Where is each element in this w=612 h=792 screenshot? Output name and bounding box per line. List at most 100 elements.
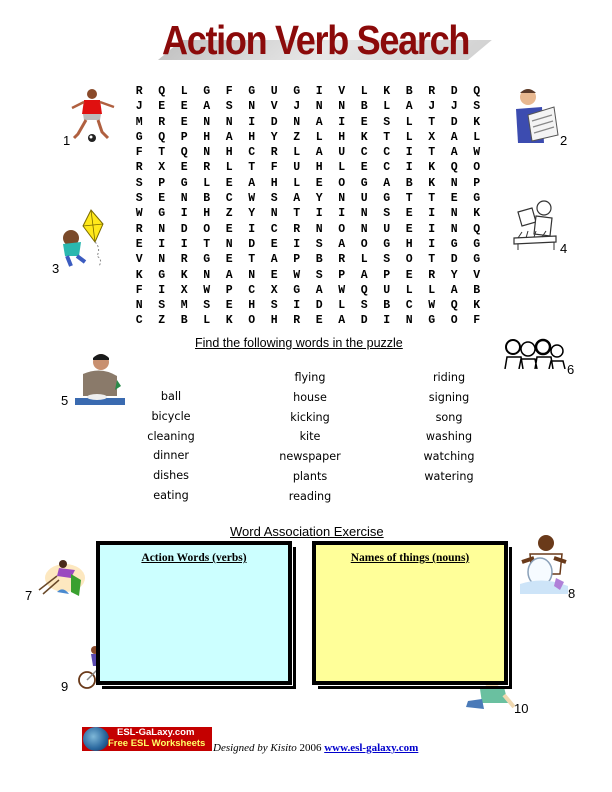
grid-letter[interactable]: N xyxy=(241,99,264,114)
grid-letter[interactable]: G xyxy=(466,237,489,252)
grid-letter[interactable]: S xyxy=(466,99,489,114)
grid-letter[interactable]: W xyxy=(286,268,309,283)
grid-letter[interactable]: K xyxy=(173,268,196,283)
grid-letter[interactable]: T xyxy=(421,145,444,160)
grid-letter[interactable]: G xyxy=(421,313,444,328)
grid-letter[interactable]: G xyxy=(196,252,219,267)
grid-letter[interactable]: G xyxy=(151,206,174,221)
grid-letter[interactable]: E xyxy=(398,206,421,221)
grid-letter[interactable]: B xyxy=(308,252,331,267)
grid-letter[interactable]: A xyxy=(443,283,466,298)
grid-letter[interactable]: H xyxy=(218,145,241,160)
grid-letter[interactable]: X xyxy=(421,130,444,145)
grid-letter[interactable]: E xyxy=(443,191,466,206)
grid-letter[interactable]: N xyxy=(241,268,264,283)
grid-letter[interactable]: Q xyxy=(443,298,466,313)
grid-letter[interactable]: A xyxy=(218,130,241,145)
grid-letter[interactable]: V xyxy=(263,99,286,114)
grid-letter[interactable]: I xyxy=(241,222,264,237)
grid-letter[interactable]: E xyxy=(353,160,376,175)
grid-letter[interactable]: G xyxy=(128,130,151,145)
grid-letter[interactable]: K xyxy=(128,268,151,283)
grid-letter[interactable]: I xyxy=(421,222,444,237)
grid-letter[interactable]: I xyxy=(308,206,331,221)
grid-letter[interactable]: R xyxy=(286,222,309,237)
grid-letter[interactable]: K xyxy=(353,130,376,145)
grid-letter[interactable]: S xyxy=(263,191,286,206)
grid-letter[interactable]: O xyxy=(196,222,219,237)
grid-letter[interactable]: N xyxy=(173,191,196,206)
grid-letter[interactable]: S xyxy=(376,206,399,221)
grid-letter[interactable]: D xyxy=(443,252,466,267)
grid-letter[interactable]: K xyxy=(466,206,489,221)
grid-letter[interactable]: G xyxy=(173,176,196,191)
grid-letter[interactable]: X xyxy=(151,160,174,175)
grid-letter[interactable]: F xyxy=(263,160,286,175)
grid-letter[interactable]: O xyxy=(331,176,354,191)
grid-letter[interactable]: D xyxy=(308,298,331,313)
grid-letter[interactable]: J xyxy=(443,99,466,114)
grid-letter[interactable]: G xyxy=(241,84,264,99)
grid-letter[interactable]: R xyxy=(331,252,354,267)
grid-letter[interactable]: I xyxy=(173,237,196,252)
grid-letter[interactable]: Z xyxy=(218,206,241,221)
grid-letter[interactable]: O xyxy=(353,237,376,252)
grid-letter[interactable]: R xyxy=(128,84,151,99)
grid-letter[interactable]: A xyxy=(331,237,354,252)
grid-letter[interactable]: H xyxy=(241,298,264,313)
grid-letter[interactable]: E xyxy=(218,222,241,237)
grid-letter[interactable]: A xyxy=(353,268,376,283)
grid-letter[interactable]: T xyxy=(241,160,264,175)
grid-letter[interactable]: G xyxy=(466,191,489,206)
grid-letter[interactable]: L xyxy=(398,283,421,298)
grid-letter[interactable]: D xyxy=(443,115,466,130)
grid-letter[interactable]: L xyxy=(353,252,376,267)
grid-letter[interactable]: A xyxy=(376,176,399,191)
grid-letter[interactable]: S xyxy=(263,298,286,313)
grid-letter[interactable]: N xyxy=(443,222,466,237)
grid-letter[interactable]: U xyxy=(331,145,354,160)
grid-letter[interactable]: L xyxy=(286,176,309,191)
grid-letter[interactable]: R xyxy=(173,252,196,267)
grid-letter[interactable]: W xyxy=(466,145,489,160)
grid-letter[interactable]: G xyxy=(286,84,309,99)
grid-letter[interactable]: N xyxy=(196,145,219,160)
grid-letter[interactable]: N xyxy=(263,206,286,221)
grid-letter[interactable]: A xyxy=(196,99,219,114)
grid-letter[interactable]: G xyxy=(353,176,376,191)
grid-letter[interactable]: E xyxy=(353,115,376,130)
grid-letter[interactable]: N xyxy=(331,191,354,206)
grid-letter[interactable]: T xyxy=(421,252,444,267)
grid-letter[interactable]: I xyxy=(398,145,421,160)
grid-letter[interactable]: S xyxy=(128,176,151,191)
grid-letter[interactable]: P xyxy=(466,176,489,191)
grid-letter[interactable]: N xyxy=(443,176,466,191)
grid-letter[interactable]: I xyxy=(331,206,354,221)
grid-letter[interactable]: E xyxy=(308,176,331,191)
grid-letter[interactable]: A xyxy=(286,191,309,206)
grid-letter[interactable]: R xyxy=(128,222,151,237)
grid-letter[interactable]: E xyxy=(151,191,174,206)
grid-letter[interactable]: E xyxy=(173,160,196,175)
grid-letter[interactable]: V xyxy=(128,252,151,267)
grid-letter[interactable]: I xyxy=(151,237,174,252)
grid-letter[interactable]: D xyxy=(353,313,376,328)
grid-letter[interactable]: C xyxy=(241,283,264,298)
grid-letter[interactable]: U xyxy=(376,222,399,237)
grid-letter[interactable]: A xyxy=(218,268,241,283)
grid-letter[interactable]: N xyxy=(443,206,466,221)
grid-letter[interactable]: A xyxy=(331,313,354,328)
esl-galaxy-logo[interactable]: ESL-GaLaxy.com Free ESL Worksheets xyxy=(82,727,212,751)
grid-letter[interactable]: S xyxy=(218,99,241,114)
grid-letter[interactable]: R xyxy=(421,268,444,283)
website-link[interactable]: www.esl-galaxy.com xyxy=(324,742,418,754)
grid-letter[interactable]: O xyxy=(398,252,421,267)
grid-letter[interactable]: V xyxy=(466,268,489,283)
grid-letter[interactable]: D xyxy=(263,115,286,130)
grid-letter[interactable]: U xyxy=(376,283,399,298)
grid-letter[interactable]: C xyxy=(353,145,376,160)
grid-letter[interactable]: L xyxy=(331,160,354,175)
grid-letter[interactable]: E xyxy=(173,99,196,114)
grid-letter[interactable]: E xyxy=(173,115,196,130)
grid-letter[interactable]: H xyxy=(398,237,421,252)
